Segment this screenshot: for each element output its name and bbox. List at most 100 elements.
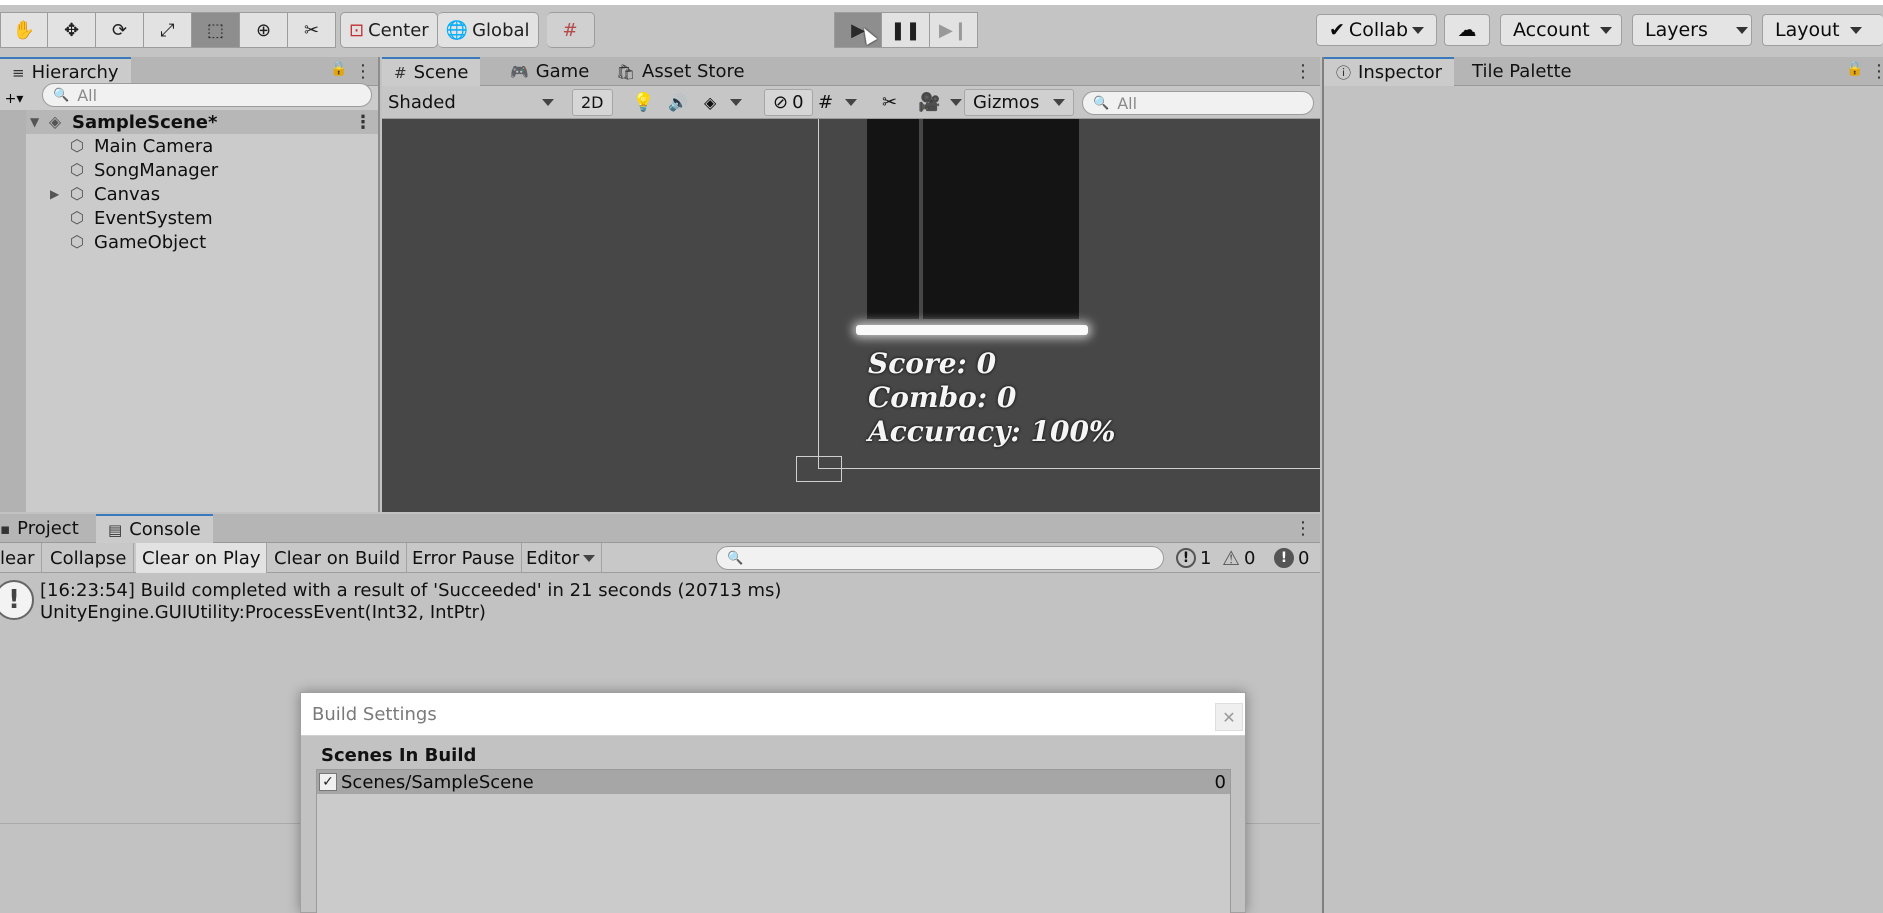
tab-asset-store-label: Asset Store — [642, 61, 745, 82]
info-count-toggle[interactable]: ! 1 — [1176, 543, 1211, 573]
list-item[interactable]: ⬡ GameObject — [0, 230, 378, 254]
scene-search-placeholder: All — [1117, 93, 1138, 113]
grid-dropdown[interactable]: # — [818, 89, 858, 116]
scene-build-row[interactable]: ✓ Scenes/SampleScene 0 — [317, 770, 1230, 794]
audio-toggle[interactable]: 🔊 — [668, 89, 688, 116]
shading-mode-dropdown[interactable]: Shaded — [388, 89, 560, 116]
step-button[interactable]: ▶❙ — [930, 12, 978, 48]
pivot-rotation-button[interactable]: 🌐 Global — [437, 12, 539, 48]
cloud-button[interactable]: ☁ — [1444, 14, 1490, 46]
tab-hierarchy[interactable]: ≡ Hierarchy — [0, 57, 131, 86]
more-options-icon[interactable]: ⋮ — [1294, 518, 1312, 539]
pivot-mode-button[interactable]: ⊡ Center — [340, 12, 438, 48]
layout-dropdown[interactable]: Layout — [1762, 14, 1883, 46]
clear-button[interactable]: lear — [0, 543, 42, 573]
clear-on-build-label: Clear on Build — [274, 547, 401, 569]
close-button[interactable]: ✕ — [1215, 703, 1243, 731]
scene-search-input[interactable]: 🔍 All — [1082, 91, 1314, 115]
camera-dropdown[interactable]: 🎥 — [918, 89, 963, 116]
list-item[interactable]: ⬡ Main Camera — [0, 134, 378, 158]
clear-on-build-button[interactable]: Clear on Build — [268, 543, 408, 573]
tab-console-label: Console — [129, 519, 201, 540]
scenes-in-build-heading: Scenes In Build — [321, 745, 477, 766]
hand-tool-icon[interactable]: ✋ — [0, 12, 48, 48]
gizmos-dropdown[interactable]: Gizmos — [964, 89, 1075, 116]
clear-on-play-button[interactable]: Clear on Play — [136, 543, 268, 573]
pause-button[interactable]: ❚❚ — [882, 12, 930, 48]
gameobject-cube-icon: ⬡ — [70, 208, 84, 227]
error-count-toggle[interactable]: ! 0 — [1274, 543, 1309, 573]
transform-tool-icon[interactable]: ⊕ — [240, 12, 288, 48]
rect-tool-icon[interactable]: ⬚ — [192, 12, 240, 48]
account-dropdown[interactable]: Account — [1500, 14, 1622, 46]
tab-inspector[interactable]: ⓘ Inspector — [1324, 57, 1454, 86]
build-settings-titlebar[interactable]: Build Settings ✕ — [301, 693, 1245, 736]
scene-enabled-checkbox[interactable]: ✓ — [319, 773, 337, 791]
tab-project-label: Project — [17, 518, 79, 539]
lock-icon[interactable]: 🔒 — [1846, 61, 1863, 77]
editor-dropdown[interactable]: Editor — [520, 543, 603, 573]
move-tool-icon[interactable]: ✥ — [48, 12, 96, 48]
hidden-count: 0 — [792, 92, 804, 113]
chevron-down-icon — [1735, 26, 1748, 34]
more-options-icon[interactable]: ⋮ — [354, 61, 372, 82]
cloud-icon: ☁ — [1457, 19, 1477, 41]
tab-scene-label: Scene — [413, 62, 469, 83]
list-item-label: GameObject — [94, 231, 207, 253]
tab-asset-store[interactable]: 🛍 Asset Store — [604, 57, 757, 86]
warning-count-toggle[interactable]: ⚠ 0 — [1222, 543, 1255, 573]
scene-root-row[interactable]: ▼ ◈ SampleScene* ⋮ — [0, 110, 378, 134]
custom-tool-icon[interactable]: ✂ — [288, 12, 336, 48]
play-controls: ▶ ❚❚ ▶❙ — [834, 12, 978, 48]
scale-tool-icon[interactable]: ⤢ — [144, 12, 192, 48]
tools-button[interactable]: ✂ — [882, 89, 897, 116]
camera-icon: 🎥 — [918, 92, 941, 113]
error-pause-button[interactable]: Error Pause — [406, 543, 522, 573]
tab-project[interactable]: ▪ Project — [0, 514, 91, 543]
console-tabbar: ▪ Project ▤ Console ⋮ — [0, 514, 1320, 543]
collab-dropdown[interactable]: ✔ Collab — [1316, 14, 1438, 46]
rotate-tool-icon[interactable]: ⟳ — [96, 12, 144, 48]
list-item[interactable]: ⬡ SongManager — [0, 158, 378, 182]
window-title: Build Settings — [312, 703, 437, 725]
tab-tile-palette[interactable]: Tile Palette — [1460, 57, 1584, 86]
camera-gizmo[interactable] — [796, 456, 842, 482]
fold-open-icon[interactable]: ▼ — [30, 115, 42, 129]
console-icon: ▤ — [108, 520, 123, 539]
snap-settings-button[interactable]: # — [546, 12, 595, 48]
layers-dropdown[interactable]: Layers — [1632, 14, 1752, 46]
scene-options-icon[interactable]: ⋮ — [354, 112, 372, 133]
list-item[interactable]: ⬡ EventSystem — [0, 206, 378, 230]
effects-dropdown[interactable]: ◈ — [704, 89, 743, 116]
info-log-icon: ! — [0, 580, 34, 620]
scene-visibility-toggle[interactable]: ⊘ 0 — [764, 89, 813, 116]
account-label: Account — [1513, 19, 1590, 41]
lock-icon[interactable]: 🔒 — [330, 61, 347, 77]
globe-icon: 🌐 — [445, 19, 469, 41]
list-item[interactable]: ▶ ⬡ Canvas — [0, 182, 378, 206]
list-icon: ≡ — [12, 63, 25, 82]
console-search-input[interactable]: 🔍 — [716, 546, 1164, 570]
toggle-2d-label: 2D — [581, 93, 604, 112]
gameobject-cube-icon: ⬡ — [70, 184, 84, 203]
editor-dropdown-label: Editor — [526, 547, 580, 569]
hierarchy-search-input[interactable]: 🔍 All — [42, 83, 372, 107]
more-options-icon[interactable]: ⋮ — [1294, 61, 1312, 82]
toggle-2d-button[interactable]: 2D — [572, 89, 613, 116]
pivot-controls: ⊡ Center 🌐 Global # — [340, 12, 595, 48]
fold-closed-icon[interactable]: ▶ — [50, 187, 62, 201]
tab-game[interactable]: 🎮 Game — [498, 57, 601, 86]
lighting-toggle[interactable]: 💡 — [632, 89, 654, 116]
more-options-icon[interactable]: ⋮ — [1870, 61, 1883, 82]
create-dropdown[interactable]: +▾ — [0, 87, 28, 111]
build-settings-window: Build Settings ✕ Scenes In Build ✓ Scene… — [300, 692, 1246, 913]
search-icon: 🔍 — [53, 87, 70, 103]
tab-console[interactable]: ▤ Console — [96, 514, 213, 543]
collapse-button[interactable]: Collapse — [44, 543, 134, 573]
hierarchy-search-placeholder: All — [77, 85, 98, 105]
scene-viewport[interactable]: Score: 0 Combo: 0 Accuracy: 100% — [382, 119, 1320, 512]
plus-icon: +▾ — [4, 91, 24, 107]
tab-scene[interactable]: # Scene — [382, 57, 481, 86]
layout-label: Layout — [1775, 19, 1840, 41]
log-entry[interactable]: ! [16:23:54] Build completed with a resu… — [0, 574, 1320, 623]
